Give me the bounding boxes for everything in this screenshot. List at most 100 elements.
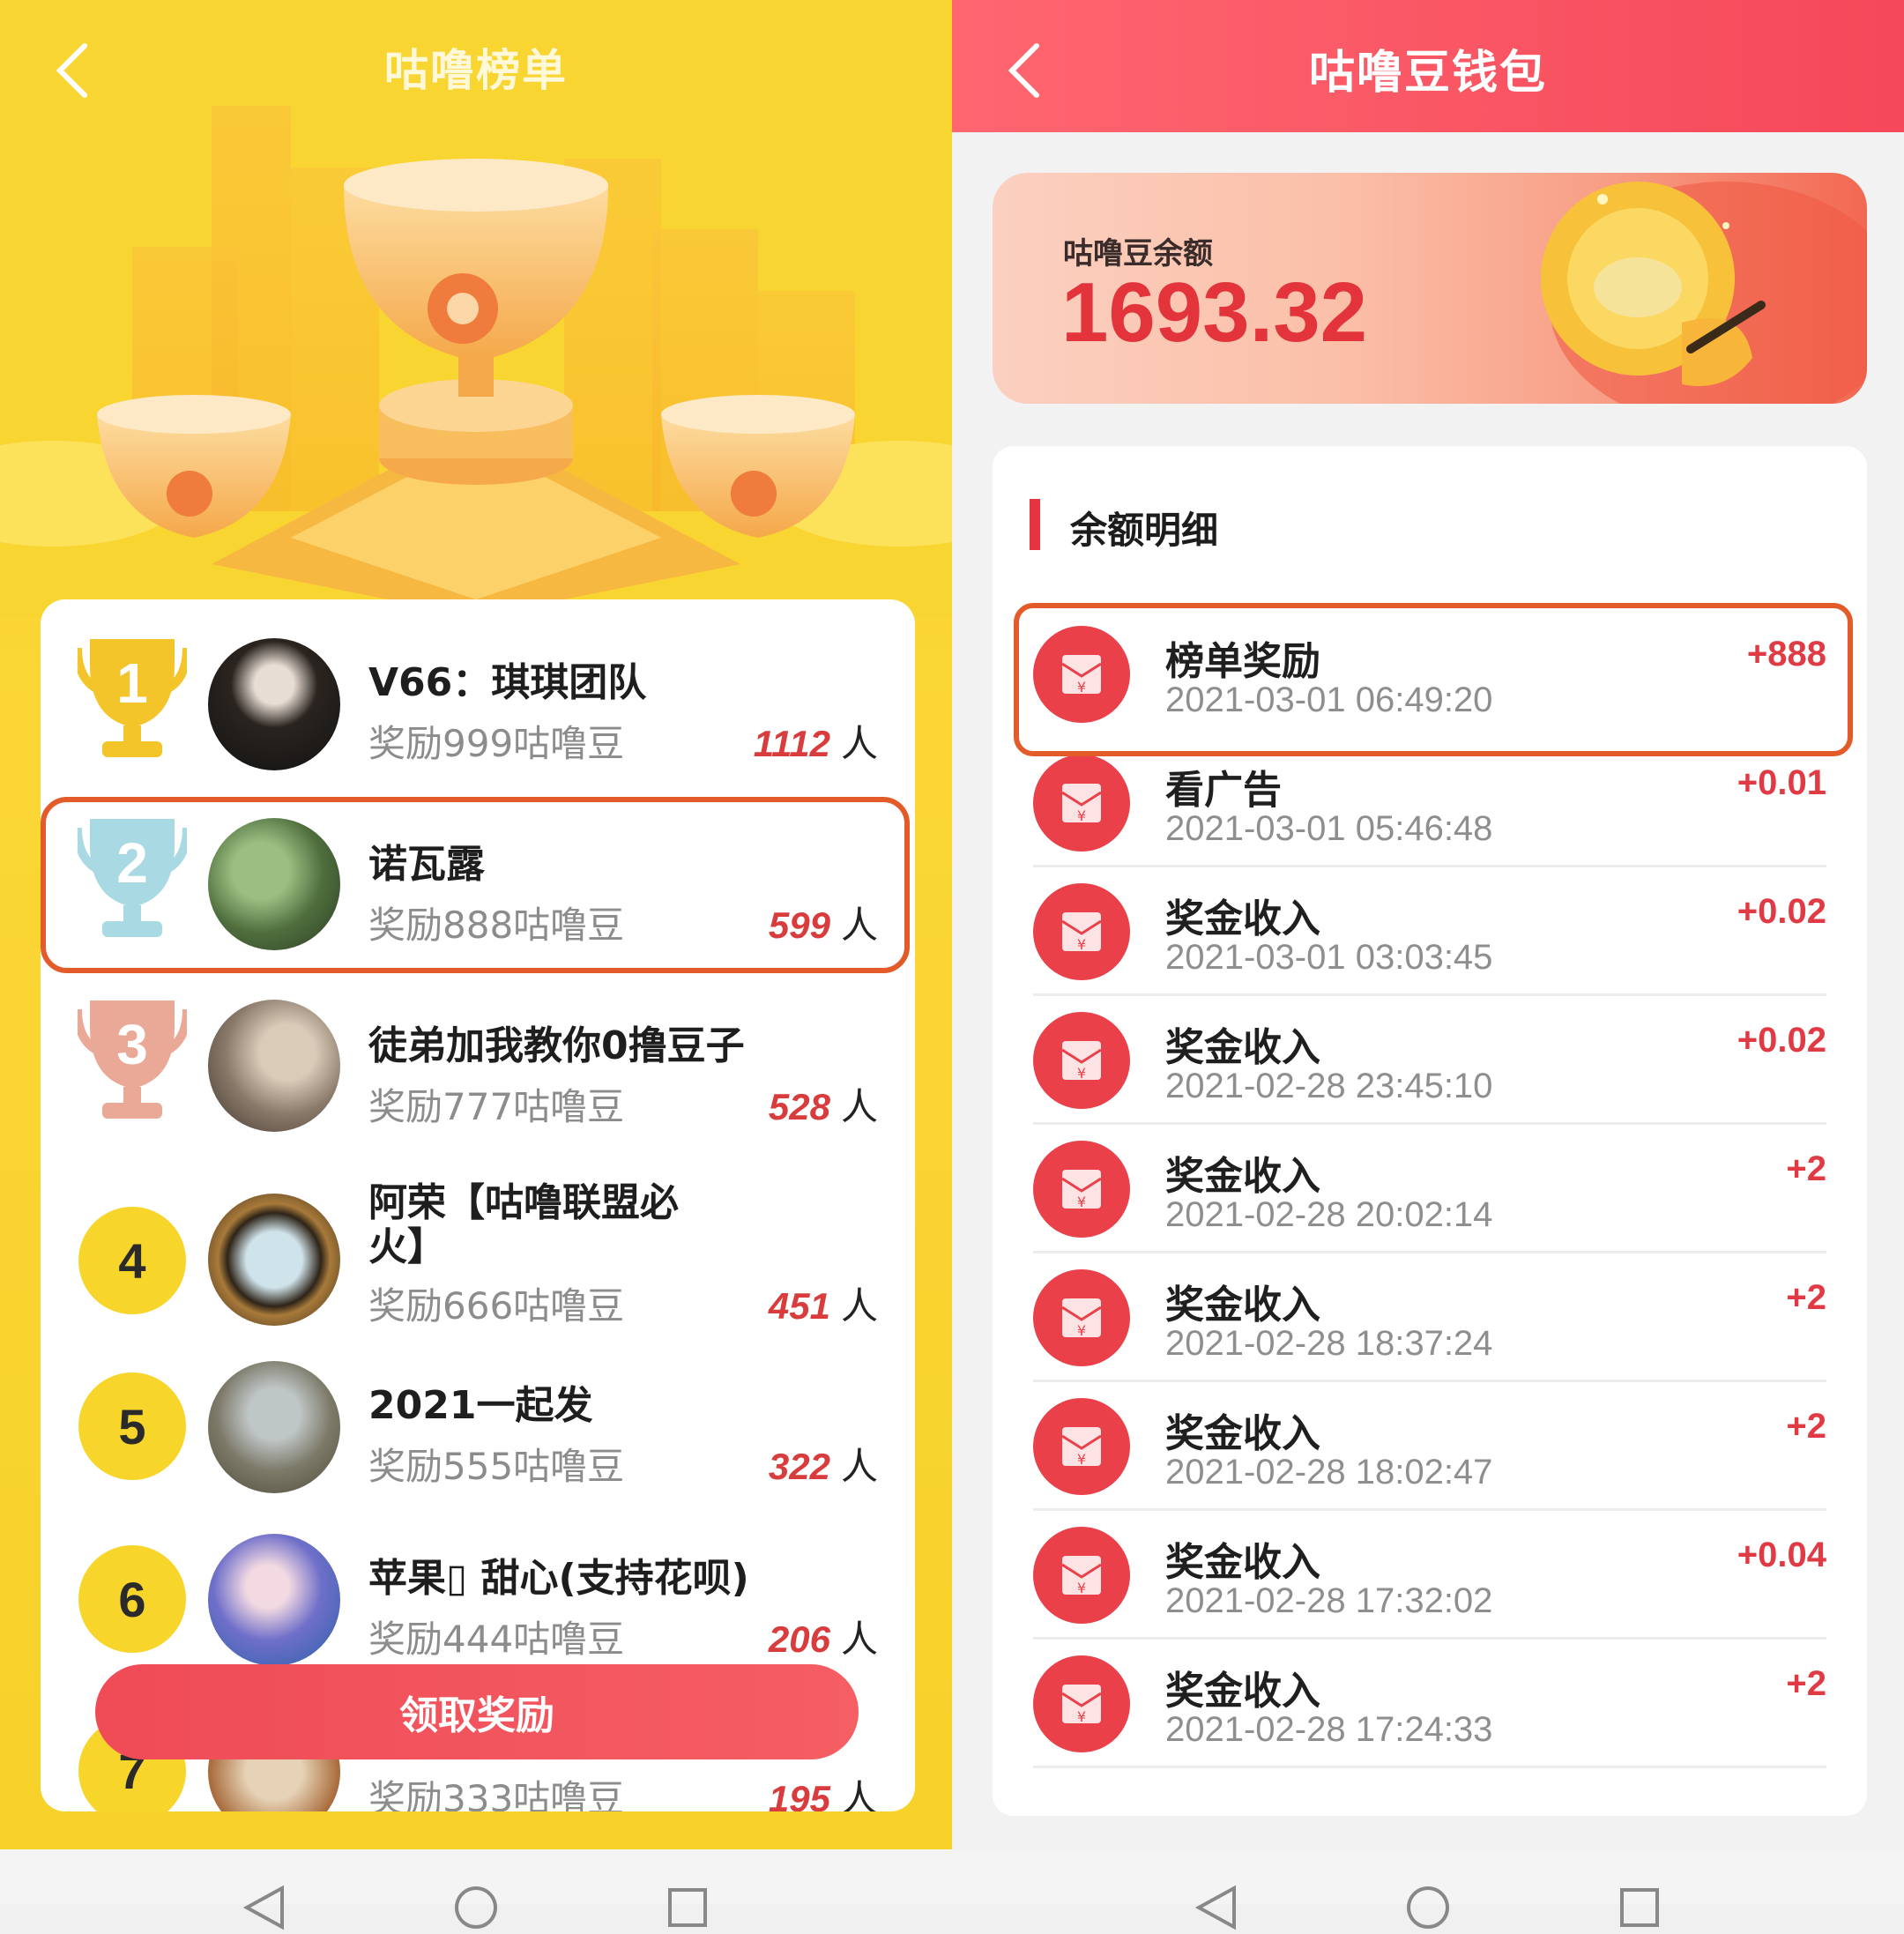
rank-number-badge: 6: [78, 1544, 187, 1654]
member-count: 528 人: [768, 1085, 878, 1128]
divider: [1033, 1766, 1826, 1768]
coin-bag-illustration: [1541, 182, 1867, 404]
transaction-title: 奖金收入: [1165, 896, 1320, 941]
member-count: 1112 人: [753, 722, 878, 765]
header-bar: 咕噜豆钱包: [952, 0, 1904, 132]
home-circle-icon[interactable]: [450, 1881, 502, 1934]
back-triangle-icon[interactable]: [1190, 1881, 1243, 1934]
leaderboard-list: 1 V66：琪琪团队 奖励999咕噜豆 1112 人 2 诺瓦露 奖励888咕噜…: [41, 599, 915, 1811]
transaction-time: 2021-03-01 03:03:45: [1165, 938, 1493, 977]
list-item[interactable]: 6 苹果▯ 甜心(支持花呗) 奖励444咕噜豆 206 人: [41, 1525, 915, 1675]
transaction-row[interactable]: ¥ 奖金收入 2021-02-28 18:02:47 +2: [1033, 1382, 1826, 1511]
svg-text:¥: ¥: [1077, 1708, 1086, 1725]
transaction-title: 奖金收入: [1165, 1025, 1320, 1070]
transaction-time: 2021-02-28 20:02:14: [1165, 1195, 1493, 1234]
transaction-time: 2021-03-01 05:46:48: [1165, 809, 1493, 848]
transaction-time: 2021-02-28 18:02:47: [1165, 1453, 1493, 1491]
svg-text:¥: ¥: [1077, 1580, 1086, 1596]
rank-number-badge: 4: [78, 1206, 187, 1315]
avatar[interactable]: [208, 1000, 340, 1132]
rank-number-badge: 5: [78, 1372, 187, 1481]
transaction-row[interactable]: ¥ 奖金收入 2021-02-28 18:37:24 +2: [1033, 1253, 1826, 1382]
svg-text:¥: ¥: [1077, 936, 1086, 953]
leaderboard-screen: 咕噜榜单 1 V66：琪琪团队 奖励999咕噜豆 1112 人 2 诺瓦露 奖励…: [0, 0, 952, 1849]
team-name: 徒弟加我教你0撸豆子: [368, 1023, 745, 1068]
red-envelope-icon: ¥: [1033, 1012, 1130, 1109]
reward-text: 奖励999咕噜豆: [368, 722, 625, 765]
transaction-title: 奖金收入: [1165, 1154, 1320, 1199]
list-item[interactable]: 3 徒弟加我教你0撸豆子 奖励777咕噜豆 528 人: [41, 993, 915, 1142]
transaction-time: 2021-02-28 17:24:33: [1165, 1710, 1493, 1749]
red-envelope-icon: ¥: [1033, 883, 1130, 980]
transaction-row[interactable]: ¥ 奖金收入 2021-02-28 17:24:33 +2: [1033, 1640, 1826, 1768]
reward-text: 奖励666咕噜豆: [368, 1284, 625, 1328]
page-title: 咕噜豆钱包: [1308, 47, 1547, 100]
transaction-title: 奖金收入: [1165, 1540, 1320, 1585]
claim-reward-button[interactable]: 领取奖励: [95, 1664, 859, 1759]
transaction-row[interactable]: ¥ 奖金收入 2021-02-28 23:45:10 +0.02: [1033, 996, 1826, 1125]
transaction-row[interactable]: ¥ 奖金收入 2021-03-01 03:03:45 +0.02: [1033, 867, 1826, 996]
red-envelope-icon: ¥: [1033, 1398, 1130, 1495]
highlight-annotation-box: [1014, 603, 1853, 756]
svg-text:1: 1: [116, 651, 148, 715]
team-name: 苹果▯ 甜心(支持花呗): [368, 1556, 749, 1601]
svg-text:¥: ¥: [1077, 1194, 1086, 1210]
svg-text:¥: ¥: [1077, 1065, 1086, 1082]
transaction-row[interactable]: ¥ 奖金收入 2021-02-28 20:02:14 +2: [1033, 1125, 1826, 1253]
list-item[interactable]: 5 2021一起发 奖励555咕噜豆 322 人: [41, 1352, 915, 1502]
transaction-amount: +2: [1786, 1278, 1826, 1317]
recents-square-icon[interactable]: [661, 1881, 714, 1934]
transaction-amount: +0.02: [1737, 1021, 1826, 1060]
reward-text: 奖励333咕噜豆: [368, 1777, 625, 1811]
transaction-title: 奖金收入: [1165, 1283, 1320, 1328]
avatar[interactable]: [208, 638, 340, 770]
avatar[interactable]: [208, 1534, 340, 1666]
list-item[interactable]: 1 V66：琪琪团队 奖励999咕噜豆 1112 人: [41, 629, 915, 779]
reward-text: 奖励777咕噜豆: [368, 1085, 625, 1128]
home-circle-icon[interactable]: [1402, 1881, 1454, 1934]
avatar[interactable]: [208, 1361, 340, 1493]
transaction-title: 看广告: [1165, 768, 1282, 813]
page-title: 咕噜榜单: [384, 45, 568, 96]
reward-text: 奖励444咕噜豆: [368, 1618, 625, 1661]
back-triangle-icon[interactable]: [238, 1881, 291, 1934]
avatar[interactable]: [208, 1194, 340, 1326]
member-count: 195 人: [768, 1777, 878, 1811]
transaction-time: 2021-02-28 17:32:02: [1165, 1581, 1493, 1620]
red-envelope-icon: ¥: [1033, 1141, 1130, 1238]
reward-text: 奖励555咕噜豆: [368, 1445, 625, 1488]
transaction-amount: +2: [1786, 1407, 1826, 1446]
member-count: 451 人: [768, 1284, 878, 1328]
transaction-title: 奖金收入: [1165, 1669, 1320, 1714]
red-envelope-icon: ¥: [1033, 755, 1130, 852]
transaction-time: 2021-02-28 23:45:10: [1165, 1067, 1493, 1105]
member-count: 206 人: [768, 1618, 878, 1661]
member-count: 322 人: [768, 1445, 878, 1488]
team-name: V66：琪琪团队: [368, 660, 647, 705]
list-item[interactable]: 4 阿荣【咕噜联盟必火】 奖励666咕噜豆 451 人: [41, 1172, 915, 1349]
highlight-annotation-box: [41, 797, 910, 973]
transaction-amount: +0.04: [1737, 1536, 1826, 1574]
balance-amount: 1693.32: [1061, 265, 1368, 360]
transaction-row[interactable]: ¥ 奖金收入 2021-02-28 17:32:02 +0.04: [1033, 1511, 1826, 1640]
transaction-amount: +2: [1786, 1149, 1826, 1188]
team-name: 2021一起发: [368, 1383, 593, 1428]
system-navigation-bar: [0, 1849, 1904, 1930]
transaction-row[interactable]: ¥ 看广告 2021-03-01 05:46:48 +0.01: [1033, 739, 1826, 867]
transaction-amount: +0.01: [1737, 763, 1826, 802]
svg-text:¥: ¥: [1077, 1322, 1086, 1339]
section-title: 余额明细: [1070, 509, 1219, 552]
gold-trophy-icon: 1: [78, 639, 187, 757]
red-envelope-icon: ¥: [1033, 1527, 1130, 1624]
transaction-title: 奖金收入: [1165, 1411, 1320, 1456]
balance-card: 咕噜豆余额 1693.32: [993, 173, 1867, 404]
red-envelope-icon: ¥: [1033, 1655, 1130, 1752]
bronze-trophy-icon: 3: [78, 1000, 187, 1119]
svg-text:¥: ¥: [1077, 807, 1086, 824]
section-accent-bar: [1030, 499, 1040, 550]
recents-square-icon[interactable]: [1613, 1881, 1666, 1934]
team-name: 阿荣【咕噜联盟必火】: [368, 1180, 679, 1269]
svg-text:¥: ¥: [1077, 1451, 1086, 1468]
transaction-time: 2021-02-28 18:37:24: [1165, 1324, 1493, 1363]
svg-text:3: 3: [116, 1013, 148, 1076]
